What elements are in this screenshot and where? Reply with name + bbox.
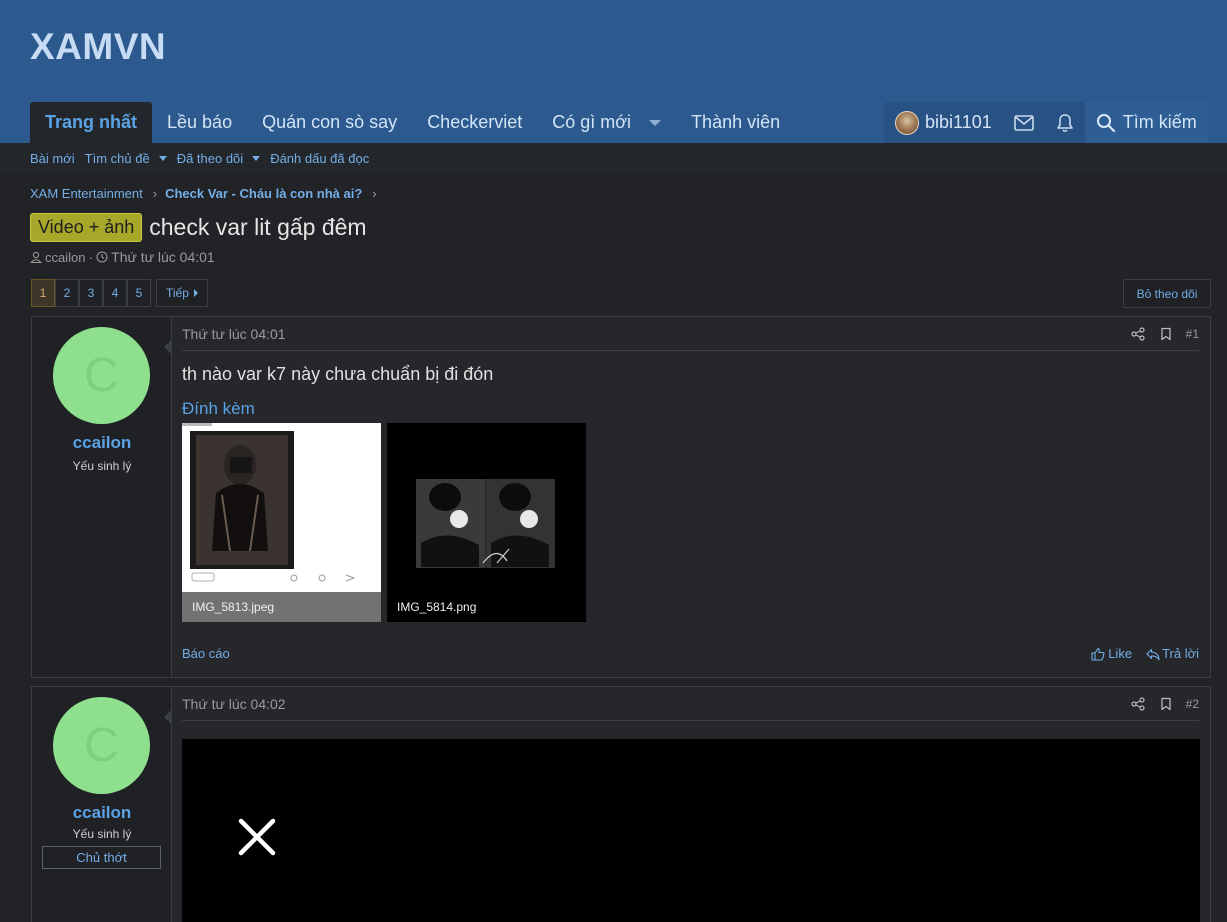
- post-number[interactable]: #1: [1186, 327, 1199, 341]
- pagination: 1 2 3 4 5 Tiếp: [31, 279, 208, 307]
- post-date[interactable]: Thứ tư lúc 04:01: [182, 326, 286, 342]
- post-user-panel: C ccailon Yếu sinh lý: [32, 317, 172, 677]
- post-footer: Báo cáo Like Trả lời: [182, 646, 1199, 661]
- user-title: Yếu sinh lý: [72, 459, 132, 473]
- account-menu[interactable]: bibi1101: [884, 102, 1003, 143]
- subnav-da-theo-doi[interactable]: Đã theo dõi: [177, 151, 261, 166]
- post-body: th nào var k7 này chưa chuẩn bị đi đón: [182, 364, 494, 384]
- bell-icon: [1056, 113, 1073, 132]
- subnav-label: Đã theo dõi: [176, 150, 244, 166]
- search-label: Tìm kiếm: [1122, 112, 1197, 132]
- thread-title-text: check var lit gấp đêm: [149, 214, 367, 240]
- thread-author[interactable]: ccailon: [45, 250, 85, 265]
- breadcrumb-item[interactable]: XAM Entertainment: [30, 186, 143, 201]
- page-4[interactable]: 4: [103, 279, 127, 307]
- chevron-down-icon[interactable]: [649, 119, 662, 126]
- nav-tab-label: Có gì mới: [552, 112, 632, 132]
- caret-right-icon: [193, 289, 198, 297]
- nav-tab-checkerviet[interactable]: Checkerviet: [412, 102, 537, 143]
- nav-tab-thanh-vien[interactable]: Thành viên: [676, 102, 795, 143]
- breadcrumb-item[interactable]: Check Var - Cháu là con nhà ai?: [165, 186, 362, 201]
- post-user-panel: C ccailon Yếu sinh lý Chủ thớt: [32, 687, 172, 922]
- post-header: Thứ tư lúc 04:01 #1: [182, 317, 1199, 351]
- like-button[interactable]: Like: [1091, 646, 1132, 661]
- search-icon: [1096, 113, 1115, 132]
- page-3[interactable]: 3: [79, 279, 103, 307]
- meta-separator: ·: [88, 249, 94, 265]
- user-panel-arrow: [164, 709, 172, 725]
- post-date[interactable]: Thứ tư lúc 04:02: [182, 696, 286, 712]
- page-5[interactable]: 5: [127, 279, 151, 307]
- subnav-bai-moi[interactable]: Bài mới: [30, 151, 75, 166]
- post-header: Thứ tư lúc 04:02 #2: [182, 687, 1199, 721]
- subnav-tim-chu-de[interactable]: Tìm chủ đề: [85, 151, 167, 166]
- thumbs-up-icon: [1091, 647, 1105, 661]
- thread-starter-badge: Chủ thớt: [42, 846, 161, 869]
- site-header: XAMVN Trang nhất Lều báo Quán con sò say…: [0, 0, 1227, 143]
- chevron-right-icon: ›: [152, 186, 158, 201]
- nav-tab-leu-bao[interactable]: Lều báo: [152, 102, 247, 143]
- chevron-down-icon[interactable]: [158, 155, 167, 161]
- attachments-heading: Đính kèm: [182, 399, 255, 418]
- main-nav: Trang nhất Lều báo Quán con sò say Check…: [30, 102, 795, 143]
- post-actions: #1: [1117, 327, 1199, 341]
- thread-title: Video + ảnh check var lit gấp đêm: [30, 213, 367, 242]
- post-reactions: Like Trả lời: [1077, 646, 1199, 661]
- user-avatar: [895, 110, 919, 135]
- avatar[interactable]: C: [53, 697, 150, 794]
- nav-tab-co-gi-moi[interactable]: Có gì mới: [537, 102, 676, 143]
- username: bibi1101: [925, 112, 992, 132]
- search-button[interactable]: Tìm kiếm: [1084, 102, 1208, 143]
- unwatch-button[interactable]: Bỏ theo dõi: [1123, 279, 1211, 308]
- next-page-button[interactable]: Tiếp: [156, 279, 208, 307]
- share-icon[interactable]: [1131, 326, 1145, 341]
- next-page-label: Tiếp: [166, 286, 189, 300]
- nav-tab-trang-nhat[interactable]: Trang nhất: [30, 102, 153, 143]
- nav-tab-quan-con-so-say[interactable]: Quán con sò say: [247, 102, 412, 143]
- share-icon[interactable]: [1131, 696, 1145, 711]
- chevron-right-icon: ›: [372, 186, 377, 201]
- clock-icon: [96, 251, 108, 263]
- attachment-thumbnail[interactable]: IMG_5813.jpeg: [182, 423, 381, 622]
- thread-prefix-badge[interactable]: Video + ảnh: [30, 213, 143, 242]
- sub-nav: Bài mới Tìm chủ đề Đã theo dõi Đánh dấu …: [0, 143, 1227, 173]
- attachment-filename: IMG_5814.png: [397, 600, 477, 614]
- post: C ccailon Yếu sinh lý Thứ tư lúc 04:01 #…: [31, 316, 1211, 678]
- alerts-button[interactable]: [1045, 102, 1085, 143]
- attachment-filename: IMG_5813.jpeg: [182, 592, 381, 622]
- site-logo[interactable]: XAMVN: [30, 26, 166, 68]
- bookmark-icon[interactable]: [1159, 697, 1173, 711]
- reply-button[interactable]: Trả lời: [1146, 646, 1199, 661]
- page-1[interactable]: 1: [31, 279, 55, 307]
- close-icon[interactable]: [237, 817, 277, 857]
- reply-icon: [1146, 648, 1160, 660]
- subnav-danh-dau-da-doc[interactable]: Đánh dấu đã đọc: [270, 151, 369, 166]
- inbox-button[interactable]: [1003, 102, 1045, 143]
- thread-date[interactable]: Thứ tư lúc 04:01: [111, 249, 215, 265]
- envelope-icon: [1013, 114, 1034, 131]
- user-panel-arrow: [164, 339, 172, 355]
- avatar[interactable]: C: [53, 327, 150, 424]
- like-label: Like: [1108, 646, 1133, 661]
- user-icon: [30, 251, 42, 263]
- attachment-thumbnail[interactable]: IMG_5814.png: [387, 423, 586, 622]
- thread-meta: ccailon · Thứ tư lúc 04:01: [30, 249, 215, 265]
- report-link[interactable]: Báo cáo: [182, 646, 230, 661]
- bookmark-icon[interactable]: [1159, 327, 1173, 341]
- chevron-down-icon[interactable]: [252, 155, 261, 161]
- post-actions: #2: [1117, 697, 1199, 711]
- video-player[interactable]: [182, 739, 1200, 922]
- reply-label: Trả lời: [1162, 646, 1199, 661]
- user-title: Yếu sinh lý: [72, 827, 132, 841]
- breadcrumb: XAM Entertainment › Check Var - Cháu là …: [30, 186, 385, 201]
- post-username[interactable]: ccailon: [32, 803, 172, 823]
- post-username[interactable]: ccailon: [32, 433, 172, 453]
- post: C ccailon Yếu sinh lý Chủ thớt Thứ tư lú…: [31, 686, 1211, 922]
- subnav-label: Tìm chủ đề: [84, 150, 150, 166]
- user-nav: bibi1101 Tìm kiếm: [884, 102, 1208, 143]
- page-2[interactable]: 2: [55, 279, 79, 307]
- post-number[interactable]: #2: [1186, 697, 1199, 711]
